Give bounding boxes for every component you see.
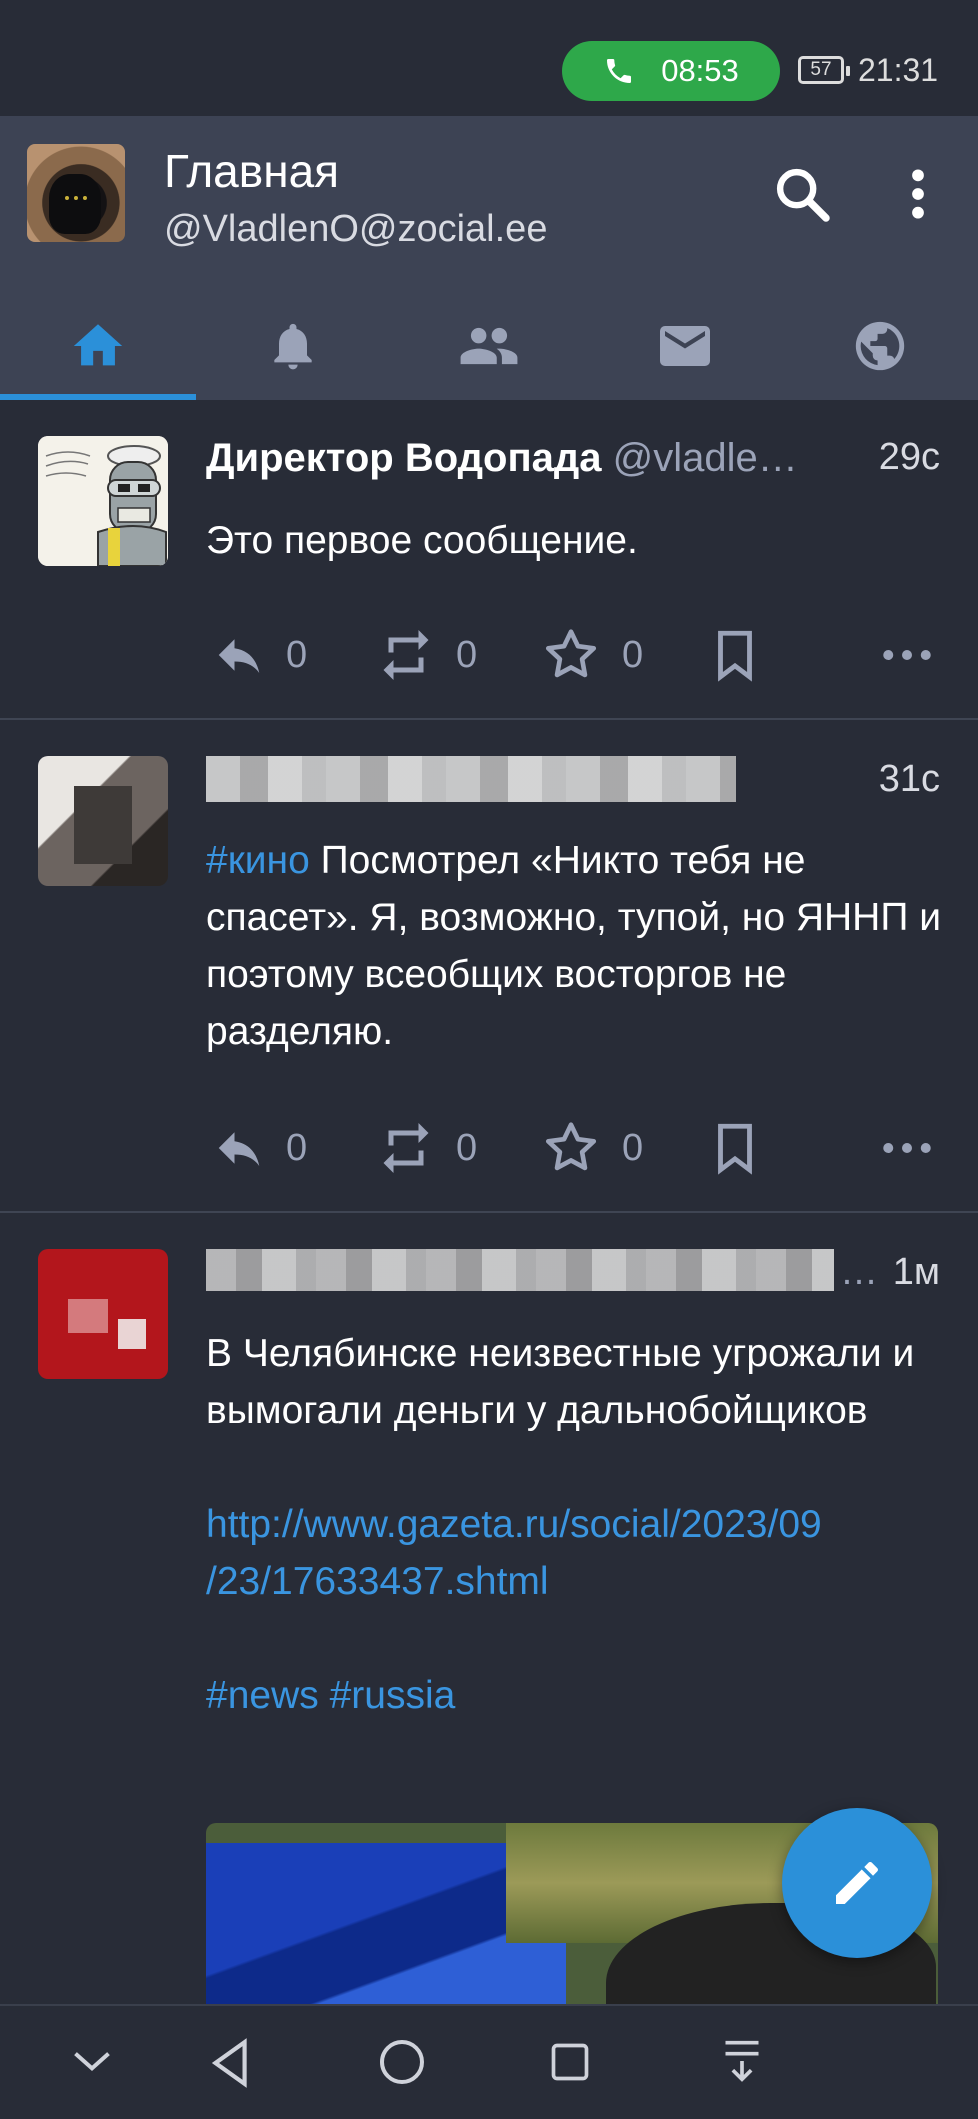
reply-icon [218, 1132, 260, 1166]
post-header: Директор Водопада @vladle… [206, 436, 798, 481]
favourite-button[interactable]: 0 [540, 1117, 643, 1179]
author-avatar[interactable] [38, 756, 168, 886]
bookmark-icon [718, 1123, 752, 1175]
more-button[interactable] [882, 1138, 932, 1158]
reply-button[interactable]: 0 [212, 1121, 307, 1175]
battery-icon: 57 [798, 56, 850, 84]
bookmark-icon [718, 630, 752, 682]
chevron-down-icon[interactable] [70, 2046, 114, 2076]
reply-icon [218, 639, 260, 673]
clock: 21:31 [858, 52, 939, 88]
boost-count: 0 [456, 1126, 478, 1169]
boost-button[interactable]: 0 [376, 1118, 477, 1178]
account-avatar[interactable] [27, 144, 125, 242]
post-time: 1м [892, 1251, 940, 1293]
article-link[interactable]: http://www.gazeta.ru/social/2023/09 /23/… [206, 1496, 946, 1610]
search-button[interactable] [770, 162, 834, 226]
globe-icon [856, 321, 905, 371]
pixelated-avatar [74, 786, 132, 864]
author-handle-ellipsis: … [840, 1251, 878, 1293]
star-icon [545, 1122, 597, 1171]
post-header [206, 1249, 846, 1291]
post-actions: 0 0 0 [206, 620, 946, 690]
status-post[interactable]: Директор Водопада @vladle… 29с Это перво… [0, 400, 978, 720]
account-handle: @VladlenO@zocial.ee [164, 208, 548, 250]
more-vert-icon [912, 169, 924, 219]
tab-notifications[interactable] [196, 292, 392, 400]
pencil-icon [836, 1861, 878, 1904]
post-actions: 0 0 0 [206, 1113, 946, 1183]
status-post[interactable]: 31с #кино Посмотрел «Никто тебя не спасе… [0, 720, 978, 1213]
favourite-count: 0 [622, 633, 644, 676]
reply-count: 0 [286, 633, 308, 676]
tab-local[interactable] [391, 292, 587, 400]
post-time: 31с [878, 758, 940, 800]
tab-messages[interactable] [587, 292, 783, 400]
timeline-feed: Директор Водопада @vladle… 29с Это перво… [0, 400, 978, 2023]
favourite-button[interactable]: 0 [540, 624, 643, 686]
author-handle[interactable]: @vladle… [613, 436, 798, 480]
post-content: В Челябинске неизвестные угрожали и вымо… [206, 1325, 946, 1724]
hashtags: #news #russia [206, 1667, 946, 1724]
favourite-count: 0 [622, 1126, 644, 1169]
tab-home[interactable] [0, 292, 196, 400]
boost-icon [383, 1123, 429, 1173]
tab-federated[interactable] [782, 292, 978, 400]
search-icon [776, 168, 830, 222]
author-avatar[interactable] [38, 1249, 168, 1379]
pixelated-avatar-detail [118, 1319, 146, 1349]
star-icon [545, 629, 597, 678]
battery-level: 57 [810, 59, 832, 80]
boost-icon [383, 630, 429, 680]
post-text: В Челябинске неизвестные угрожали и вымо… [206, 1332, 915, 1432]
more-button[interactable] [882, 645, 932, 665]
status-bar: 08:53 57 21:31 [0, 0, 978, 116]
recents-square-icon[interactable] [548, 2040, 592, 2084]
ongoing-call-pill[interactable]: 08:53 [562, 41, 780, 101]
home-circle-icon[interactable] [378, 2038, 426, 2086]
back-icon[interactable] [208, 2038, 252, 2088]
post-header [206, 756, 736, 802]
post-time: 29с [878, 436, 940, 478]
bell-icon [274, 323, 313, 370]
pixelated-author-name [206, 1249, 834, 1291]
tab-bar [0, 292, 978, 400]
article-link-line-2: /23/17633437.shtml [206, 1560, 549, 1603]
home-icon [73, 324, 122, 366]
post-content: #кино Посмотрел «Никто тебя не спасет». … [206, 832, 946, 1060]
phone-icon [607, 59, 632, 83]
page-title: Главная [164, 145, 340, 197]
post-text: Посмотрел «Никто тебя не спасет». Я, воз… [206, 839, 942, 1053]
bookmark-button[interactable] [706, 1117, 764, 1179]
author-name[interactable]: Директор Водопада [206, 436, 602, 480]
more-horiz-icon [883, 650, 931, 660]
article-link-line-1: http://www.gazeta.ru/social/2023/09 [206, 1503, 822, 1546]
notification-pull-icon[interactable] [720, 2036, 764, 2086]
hashtag-russia[interactable]: #russia [330, 1674, 456, 1717]
compose-button[interactable] [782, 1808, 932, 1958]
pixelated-avatar [68, 1299, 108, 1333]
boost-button[interactable]: 0 [376, 625, 477, 685]
pixelated-author-name [206, 756, 736, 802]
post-content: Это первое сообщение. [206, 519, 638, 562]
system-navigation-bar [0, 2004, 978, 2119]
app-bar: Главная @VladlenO@zocial.ee [0, 116, 978, 400]
boost-count: 0 [456, 633, 478, 676]
robot-avatar-image [38, 436, 168, 566]
reply-button[interactable]: 0 [212, 628, 307, 682]
people-icon [460, 327, 518, 365]
more-horiz-icon [883, 1143, 931, 1153]
call-duration: 08:53 [661, 53, 739, 88]
reply-count: 0 [286, 1126, 308, 1169]
hashtag-news[interactable]: #news [206, 1674, 319, 1717]
hashtag-link[interactable]: #кино [206, 839, 310, 882]
mail-icon [659, 326, 710, 366]
overflow-menu-button[interactable] [898, 162, 938, 226]
author-avatar[interactable] [38, 436, 168, 566]
bookmark-button[interactable] [706, 624, 764, 686]
